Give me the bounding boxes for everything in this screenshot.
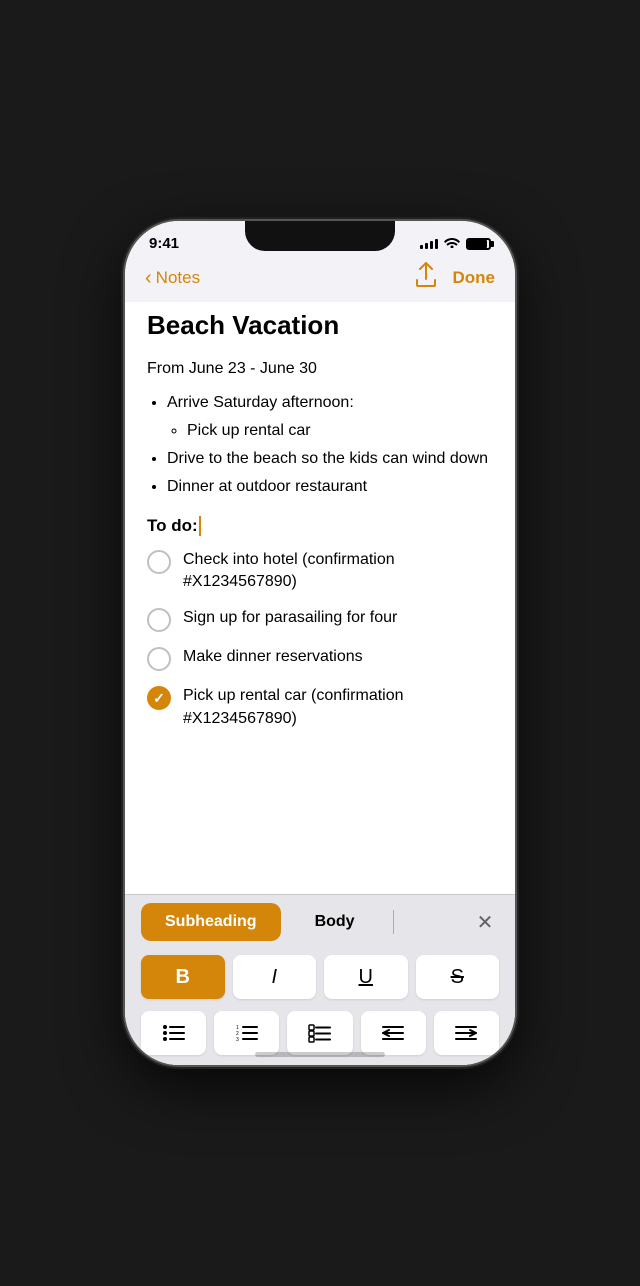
done-button[interactable]: Done [453, 268, 496, 288]
numbered-list-button[interactable]: 1 2 3 [214, 1011, 279, 1055]
todo-item-1: Check into hotel (confirmation #X1234567… [147, 549, 493, 594]
style-divider [393, 910, 394, 934]
nav-bar: ‹ Notes Done [125, 258, 515, 302]
todo-checkbox-2[interactable] [147, 608, 171, 632]
todo-header: To do: [147, 513, 493, 539]
note-body: From June 23 - June 30 Arrive Saturday a… [147, 357, 493, 730]
todo-text-2: Sign up for parasailing for four [183, 607, 493, 629]
note-title: Beach Vacation [147, 310, 493, 341]
status-icons [420, 236, 491, 251]
bullet-list: Arrive Saturday afternoon: Pick up renta… [147, 391, 493, 499]
phone-frame: 9:41 [125, 221, 515, 1065]
list-item: Drive to the beach so the kids can wind … [167, 447, 493, 471]
share-button[interactable] [415, 262, 437, 294]
sub-bullet-list: Pick up rental car [167, 419, 493, 443]
todo-checkbox-4[interactable]: ✓ [147, 686, 171, 710]
strikethrough-button[interactable]: S [416, 955, 500, 999]
checklist-button[interactable] [287, 1011, 352, 1055]
unordered-list-button[interactable] [141, 1011, 206, 1055]
list-item: Arrive Saturday afternoon: Pick up renta… [167, 391, 493, 443]
todo-item-4: ✓ Pick up rental car (confirmation #X123… [147, 685, 493, 730]
underline-button[interactable]: U [324, 955, 408, 999]
todo-item-2: Sign up for parasailing for four [147, 607, 493, 632]
todo-text-4: Pick up rental car (confirmation #X12345… [183, 685, 493, 730]
formatting-area: Subheading Body ✕ B I U S [125, 894, 515, 1065]
indent-left-button[interactable] [361, 1011, 426, 1055]
italic-button[interactable]: I [233, 955, 317, 999]
list-item: Pick up rental car [187, 419, 493, 443]
date-range: From June 23 - June 30 [147, 357, 493, 381]
back-button[interactable]: ‹ Notes [145, 268, 200, 288]
todo-checkbox-1[interactable] [147, 550, 171, 574]
signal-bars-icon [420, 239, 438, 249]
wifi-icon [444, 236, 460, 251]
nav-actions: Done [415, 262, 496, 294]
todo-text-3: Make dinner reservations [183, 646, 493, 668]
style-row: Subheading Body ✕ [125, 895, 515, 949]
text-cursor [199, 516, 201, 536]
back-chevron-icon: ‹ [145, 268, 152, 288]
status-time: 9:41 [149, 235, 179, 252]
list-item: Dinner at outdoor restaurant [167, 475, 493, 499]
note-content: Beach Vacation From June 23 - June 30 Ar… [125, 302, 515, 894]
todo-item-3: Make dinner reservations [147, 646, 493, 671]
screen: 9:41 [125, 221, 515, 1065]
style-close-button[interactable]: ✕ [471, 908, 499, 936]
back-label: Notes [156, 268, 200, 288]
notch [245, 221, 395, 251]
svg-text:3: 3 [236, 1037, 239, 1043]
indent-right-button[interactable] [434, 1011, 499, 1055]
todo-text-1: Check into hotel (confirmation #X1234567… [183, 549, 493, 594]
battery-icon [466, 238, 491, 250]
format-row: B I U S [125, 949, 515, 1005]
body-style-button[interactable]: Body [291, 903, 379, 941]
home-indicator [255, 1052, 385, 1057]
subheading-style-button[interactable]: Subheading [141, 903, 281, 941]
todo-list: Check into hotel (confirmation #X1234567… [147, 549, 493, 731]
bold-button[interactable]: B [141, 955, 225, 999]
todo-checkbox-3[interactable] [147, 647, 171, 671]
